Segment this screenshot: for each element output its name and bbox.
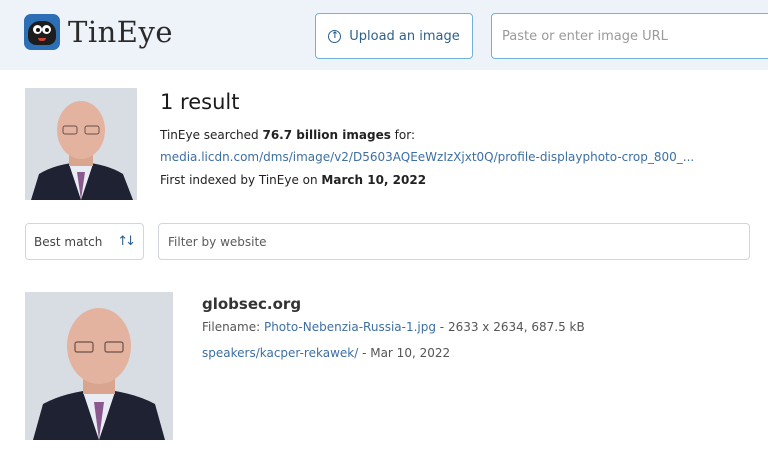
query-image-thumbnail [25,88,137,200]
sort-select-label: Best match [34,234,103,249]
match-domain: globsec.org [202,295,302,313]
sort-icon: ↑↓ [117,234,136,249]
searched-text: TinEye searched 76.7 billion images for: [160,128,416,142]
header: TinEye ↑ Upload an image [0,0,768,70]
match-page: speakers/kacper-rekawek/ - Mar 10, 2022 [202,346,451,360]
logo-text: TinEye [68,15,174,49]
sort-select[interactable]: Best match ↑↓ [25,223,144,260]
logo[interactable]: TinEye [24,14,173,50]
searched-amount: 76.7 billion images [262,128,391,142]
image-url-input[interactable] [491,13,768,59]
filter-website-input[interactable] [158,223,750,260]
tineye-logo-icon [24,14,60,50]
match-image-thumbnail[interactable] [25,292,173,440]
result-count: 1 result [160,90,240,114]
upload-icon: ↑ [328,29,342,43]
match-filename-link[interactable]: Photo-Nebenzia-Russia-1.jpg [264,320,436,334]
query-image-url-link[interactable]: media.licdn.com/dms/image/v2/D5603AQEeWz… [160,150,694,164]
upload-image-button[interactable]: ↑ Upload an image [315,13,473,59]
indexed-date: March 10, 2022 [321,173,427,187]
match-page-link[interactable]: speakers/kacper-rekawek/ [202,346,358,360]
first-indexed-text: First indexed by TinEye on March 10, 202… [160,173,427,187]
upload-button-label: Upload an image [349,28,460,44]
match-filename: Filename: Photo-Nebenzia-Russia-1.jpg - … [202,320,585,334]
